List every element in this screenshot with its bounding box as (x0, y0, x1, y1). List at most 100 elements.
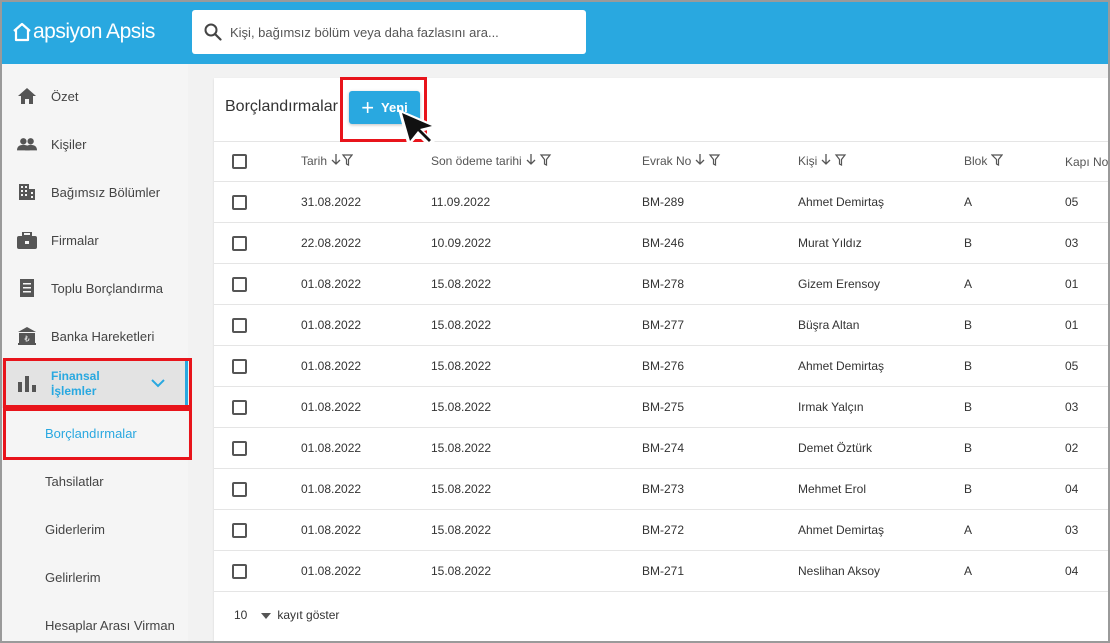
cell-evrak-no: BM-272 (642, 509, 798, 551)
column-header-kapi-no[interactable]: Kapı No (1065, 141, 1108, 182)
row-checkbox[interactable] (232, 276, 247, 292)
row-checkbox-cell (214, 181, 301, 223)
cell-blok: A (964, 509, 1065, 551)
sidebar-subitem-label: Tahsilatlar (45, 473, 104, 489)
sidebar-subitem-label: Gelirlerim (45, 569, 101, 585)
sidebar-subitem-tahsilatlar[interactable]: Tahsilatlar (2, 457, 188, 505)
cell-son-odeme-tarihi: 15.08.2022 (431, 304, 642, 346)
app-logo[interactable]: apsiyon Apsis (12, 18, 155, 46)
row-checkbox[interactable] (232, 358, 247, 374)
table-row[interactable]: 01.08.2022 15.08.2022 BM-273 Mehmet Erol B 04 (214, 468, 1108, 510)
cell-tarih: 01.08.2022 (301, 263, 431, 305)
row-checkbox[interactable] (232, 522, 247, 538)
cell-kisi: Ahmet Demirtaş (798, 345, 964, 387)
sidebar-item-label: Kişiler (51, 136, 87, 152)
select-all-checkbox[interactable] (232, 154, 247, 170)
cell-kapi-no: 03 (1065, 386, 1108, 428)
sidebar-item-firmalar[interactable]: Firmalar (2, 216, 188, 264)
table-row[interactable]: 01.08.2022 15.08.2022 BM-276 Ahmet Demirtaş… (214, 345, 1108, 387)
sidebar-subitem-giderlerim[interactable]: Giderlerim (2, 505, 188, 553)
cell-kisi: Gizem Erensoy (798, 263, 964, 305)
bank-icon: ₺ (17, 326, 37, 346)
filter-icon[interactable] (990, 154, 1004, 167)
page-size-value[interactable]: 10 (234, 608, 247, 622)
table-row[interactable]: 01.08.2022 15.08.2022 BM-271 Neslihan Aksoy… (214, 550, 1108, 592)
row-checkbox[interactable] (232, 194, 247, 210)
sidebar-subitem-hesaplar-arasi-virman[interactable]: Hesaplar Arası Virman (2, 601, 188, 643)
sidebar-item-finansal-islemler[interactable]: Finansal İşlemler (2, 360, 188, 408)
receipt-icon (17, 278, 37, 298)
cell-son-odeme-tarihi: 15.08.2022 (431, 509, 642, 551)
cell-son-odeme-tarihi: 10.09.2022 (431, 222, 642, 264)
cell-blok: B (964, 468, 1065, 510)
row-checkbox-cell (214, 263, 301, 305)
table-header-row: Tarih Son ödeme tarihi Evrak No Kişi Blo… (214, 141, 1108, 182)
row-checkbox[interactable] (232, 317, 247, 333)
row-checkbox[interactable] (232, 235, 247, 251)
column-label: Son ödeme tarihi (431, 153, 522, 168)
cell-blok: B (964, 427, 1065, 469)
cell-tarih: 01.08.2022 (301, 386, 431, 428)
table-row[interactable]: 01.08.2022 15.08.2022 BM-278 Gizem Erensoy A… (214, 263, 1108, 305)
cell-tarih: 01.08.2022 (301, 427, 431, 469)
cell-kapi-no: 03 (1065, 222, 1108, 264)
table-row[interactable]: 01.08.2022 15.08.2022 BM-275 Irmak Yalçın B 0… (214, 386, 1108, 428)
table-row[interactable]: 01.08.2022 15.08.2022 BM-274 Demet Öztürk B 0… (214, 427, 1108, 469)
table-row[interactable]: 01.08.2022 15.08.2022 BM-277 Büşra Altan B 01 (214, 304, 1108, 346)
cell-evrak-no: BM-271 (642, 550, 798, 592)
sidebar-item-banka-hareketleri[interactable]: ₺ Banka Hareketleri (2, 312, 188, 360)
cell-son-odeme-tarihi: 15.08.2022 (431, 550, 642, 592)
global-search[interactable] (192, 10, 586, 54)
cell-blok: B (964, 222, 1065, 264)
cell-kapi-no: 01 (1065, 304, 1108, 346)
cell-blok: A (964, 263, 1065, 305)
chevron-down-icon (151, 376, 165, 391)
sidebar-item-bagimsiz-bolumler[interactable]: Bağımsız Bölümler (2, 168, 188, 216)
table-row[interactable]: 01.08.2022 15.08.2022 BM-272 Ahmet Demirtaş… (214, 509, 1108, 551)
sidebar-item-ozet[interactable]: Özet (2, 72, 188, 120)
table-row[interactable]: 22.08.2022 10.09.2022 BM-246 Murat Yıldız B 0… (214, 222, 1108, 264)
sidebar-subitem-borclandirmalar[interactable]: Borçlandırmalar (2, 409, 188, 457)
cell-evrak-no: BM-275 (642, 386, 798, 428)
sort-down-icon[interactable] (331, 154, 354, 167)
column-label: Kişi (798, 153, 818, 168)
cell-kisi: Demet Öztürk (798, 427, 964, 469)
sidebar-subitem-label: Hesaplar Arası Virman (45, 617, 175, 633)
plus-icon: + (361, 94, 375, 120)
column-label: Tarih (301, 153, 328, 168)
search-input[interactable] (230, 12, 586, 52)
row-checkbox[interactable] (232, 440, 247, 456)
sidebar-item-label: Finansal İşlemler (51, 369, 100, 398)
row-checkbox[interactable] (232, 481, 247, 497)
cell-kisi: Irmak Yalçın (798, 386, 964, 428)
cell-kapi-no: 05 (1065, 181, 1108, 223)
cell-evrak-no: BM-277 (642, 304, 798, 346)
cell-blok: B (964, 304, 1065, 346)
sidebar-item-label: Özet (51, 88, 79, 104)
sidebar-item-kisiler[interactable]: Kişiler (2, 120, 188, 168)
row-checkbox-cell (214, 468, 301, 510)
sort-down-icon[interactable] (821, 154, 847, 167)
row-checkbox[interactable] (232, 563, 247, 579)
cell-evrak-no: BM-273 (642, 468, 798, 510)
cell-kapi-no: 03 (1065, 509, 1108, 551)
cell-kapi-no: 04 (1065, 550, 1108, 592)
column-header-son-odeme-tarihi[interactable]: Son ödeme tarihi (431, 141, 642, 182)
sort-down-icon[interactable] (695, 154, 721, 167)
row-checkbox[interactable] (232, 399, 247, 415)
sidebar: Özet Kişiler Bağımsız Bölümler Firmalar … (2, 64, 188, 641)
caret-down-icon[interactable] (261, 608, 272, 622)
column-header-blok[interactable]: Blok (964, 141, 1065, 182)
column-header-evrak-no[interactable]: Evrak No (642, 141, 798, 182)
column-header-kisi[interactable]: Kişi (798, 141, 964, 182)
cell-kisi: Neslihan Aksoy (798, 550, 964, 592)
sidebar-subitem-gelirlerim[interactable]: Gelirlerim (2, 553, 188, 601)
sidebar-item-label: Firmalar (51, 232, 99, 248)
column-label: Evrak No (642, 153, 692, 168)
cell-kisi: Ahmet Demirtaş (798, 509, 964, 551)
cell-evrak-no: BM-276 (642, 345, 798, 387)
search-icon (204, 23, 222, 41)
table-row[interactable]: 31.08.2022 11.09.2022 BM-289 Ahmet Demirtaş… (214, 181, 1108, 223)
sidebar-item-toplu-borclandirma[interactable]: Toplu Borçlandırma (2, 264, 188, 312)
sort-down-icon[interactable] (526, 154, 552, 167)
